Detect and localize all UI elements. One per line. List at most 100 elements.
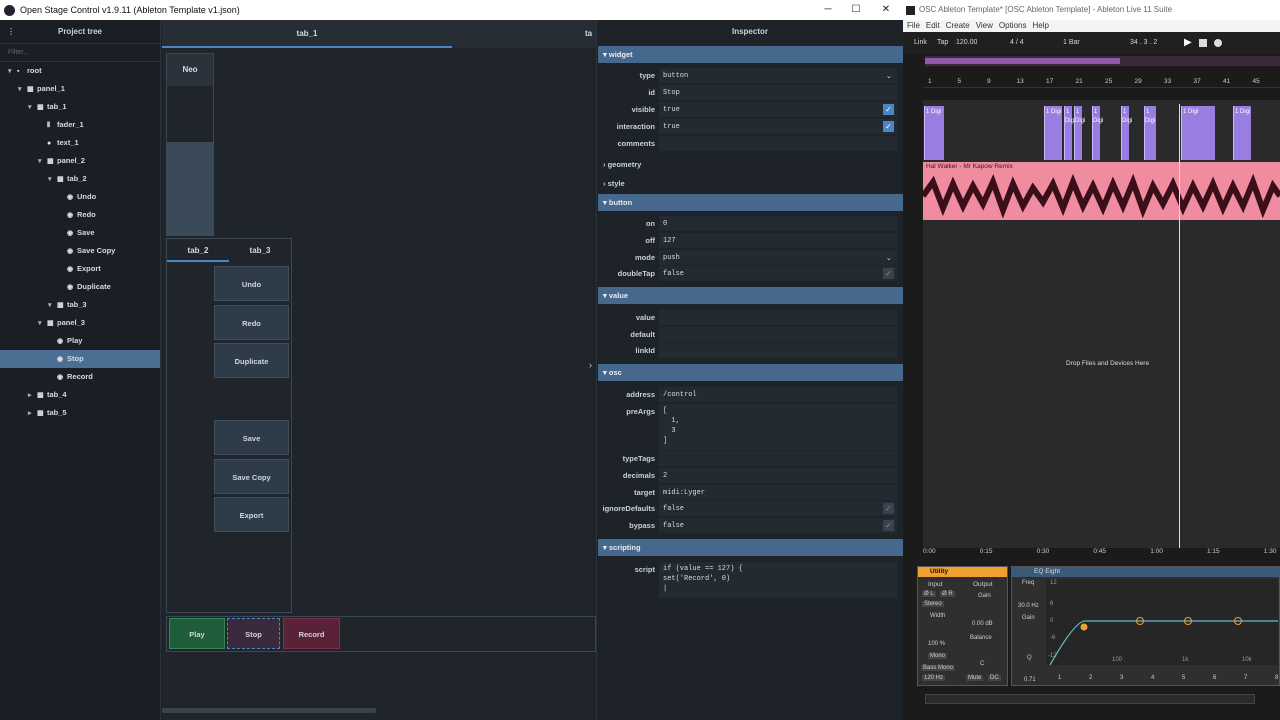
duplicate-button[interactable]: Duplicate	[214, 343, 289, 378]
bottom-scrollbar[interactable]	[925, 694, 1255, 704]
undo-button[interactable]: Undo	[214, 266, 289, 301]
eq-band-8-button[interactable]: 8	[1275, 675, 1278, 681]
value-field[interactable]	[659, 310, 897, 325]
tree-item-tab_3[interactable]: ▾ ▦ tab_3	[0, 296, 160, 314]
linkid-field[interactable]	[659, 343, 897, 358]
midi-clip[interactable]: 1 Digi	[1074, 106, 1085, 160]
eq-display[interactable]	[1046, 579, 1278, 665]
tab-1[interactable]: tab_1	[162, 20, 452, 48]
comments-field[interactable]	[659, 136, 897, 151]
phase-l-button[interactable]: Ø L	[922, 591, 936, 597]
tree-item-panel_1[interactable]: ▾ ▦ panel_1	[0, 80, 160, 98]
minimize-button[interactable]: ─	[813, 0, 843, 20]
tree-item-duplicate[interactable]: ◉ Duplicate	[0, 278, 160, 296]
default-field[interactable]	[659, 327, 897, 342]
record-button[interactable]: Record	[283, 618, 340, 649]
section-scripting[interactable]: ▾ scripting	[598, 539, 903, 556]
horizontal-scrollbar[interactable]	[162, 708, 376, 713]
interaction-field[interactable]: true	[659, 119, 897, 134]
menu-create[interactable]: Create	[946, 21, 970, 30]
tree-item-panel_2[interactable]: ▾ ▦ panel_2	[0, 152, 160, 170]
bass-mono-freq[interactable]: 120 Hz	[922, 675, 946, 681]
tree-item-record[interactable]: ◉ Record	[0, 368, 160, 386]
audio-clip[interactable]: Hal Walker - Mr Kapow Remix	[923, 162, 1280, 220]
eq-band-4-button[interactable]: 4	[1151, 675, 1154, 681]
link-button[interactable]: Link	[914, 32, 927, 54]
menu-options[interactable]: Options	[999, 21, 1027, 30]
redo-button[interactable]: Redo	[214, 305, 289, 340]
ignoredefaults-checkbox[interactable]: ✓	[883, 503, 894, 514]
caret-icon[interactable]: ▾	[28, 99, 37, 117]
menu-view[interactable]: View	[976, 21, 993, 30]
midi-clip[interactable]: 1 Digi	[1092, 106, 1103, 160]
midi-clip[interactable]: 1 Digi	[924, 106, 944, 160]
tree-item-tab_4[interactable]: ▸ ▦ tab_4	[0, 386, 160, 404]
section-value[interactable]: ▾ value	[598, 287, 903, 304]
tree-item-fader_1[interactable]: ⦀ fader_1	[0, 116, 160, 134]
menu-help[interactable]: Help	[1032, 21, 1048, 30]
midi-clip[interactable]: 1 Digi	[1121, 106, 1132, 160]
close-button[interactable]: ✕	[871, 0, 901, 20]
script-editor[interactable]: if (value == 127) {set('Record', 0) |	[659, 562, 897, 598]
doubletap-field[interactable]: false	[659, 266, 897, 281]
tree-item-play[interactable]: ◉ Play	[0, 332, 160, 350]
tab-cut[interactable]: ta	[585, 20, 592, 48]
caret-icon[interactable]: ▾	[38, 315, 47, 333]
tempo-field[interactable]: 120.00	[956, 32, 977, 54]
caret-icon[interactable]: ▾	[48, 171, 57, 189]
caret-icon[interactable]: ▸	[28, 405, 37, 423]
play-icon[interactable]: ▶	[1184, 32, 1192, 54]
chevron-right-icon[interactable]: ›	[589, 360, 592, 370]
bass-mono-button[interactable]: Bass Mono	[921, 665, 956, 671]
eq-band-6-button[interactable]: 6	[1213, 675, 1216, 681]
off-field[interactable]: 127	[659, 233, 897, 248]
menu-dots-icon[interactable]: ⋮	[7, 20, 15, 44]
tree-item-save-copy[interactable]: ◉ Save Copy	[0, 242, 160, 260]
tab-2[interactable]: tab_2	[167, 239, 229, 262]
midi-clip[interactable]: 1 Digi	[1181, 106, 1215, 160]
bypass-field[interactable]: false	[659, 518, 897, 533]
midi-clip[interactable]: 1 Digi	[1144, 106, 1156, 160]
target-field[interactable]: midi:Lyger	[659, 485, 897, 500]
tab-3[interactable]: tab_3	[229, 239, 291, 262]
tree-item-redo[interactable]: ◉ Redo	[0, 206, 160, 224]
eq-band-2-button[interactable]: 2	[1089, 675, 1092, 681]
eq-q-value[interactable]: 0.71	[1024, 677, 1036, 683]
eq-title[interactable]: EQ Eight	[1012, 567, 1280, 577]
caret-icon[interactable]: ▾	[48, 297, 57, 315]
tree-item-stop[interactable]: ◉ Stop	[0, 350, 160, 368]
balance-value[interactable]: C	[980, 661, 984, 667]
menu-file[interactable]: File	[907, 21, 920, 30]
tree-item-undo[interactable]: ◉ Undo	[0, 188, 160, 206]
eq-band-1-button[interactable]: 1	[1058, 675, 1061, 681]
id-field[interactable]: Stop	[659, 85, 897, 100]
tree-filter-input[interactable]: Filter...	[0, 44, 160, 62]
tree-item-save[interactable]: ◉ Save	[0, 224, 160, 242]
eq-band-5-button[interactable]: 5	[1182, 675, 1185, 681]
width-value[interactable]: 100 %	[928, 641, 945, 647]
midi-clip[interactable]: 1 Digi	[1064, 106, 1075, 160]
visible-checkbox[interactable]: ✓	[883, 104, 894, 115]
ignoredefaults-field[interactable]: false	[659, 501, 897, 516]
doubletap-checkbox[interactable]: ✓	[883, 268, 894, 279]
decimals-field[interactable]: 2	[659, 468, 897, 483]
tree-item-tab_2[interactable]: ▾ ▦ tab_2	[0, 170, 160, 188]
interaction-checkbox[interactable]: ✓	[883, 121, 894, 132]
caret-icon[interactable]: ▾	[8, 63, 17, 81]
caret-icon[interactable]: ▾	[18, 81, 27, 99]
section-widget[interactable]: ▾ widget	[598, 46, 903, 63]
eq-band-7-button[interactable]: 7	[1244, 675, 1247, 681]
menu-edit[interactable]: Edit	[926, 21, 940, 30]
save-copy-button[interactable]: Save Copy	[214, 459, 289, 494]
eq-freq-value[interactable]: 30.0 Hz	[1018, 603, 1039, 609]
stop-button[interactable]: Stop	[227, 618, 280, 649]
mono-button[interactable]: Mono	[928, 653, 948, 659]
section-geometry[interactable]: › geometry	[598, 156, 903, 173]
section-osc[interactable]: ▾ osc	[598, 364, 903, 381]
time-signature[interactable]: 4 / 4	[1010, 32, 1024, 54]
phase-r-button[interactable]: Ø R	[940, 591, 955, 597]
tree-item-export[interactable]: ◉ Export	[0, 260, 160, 278]
mute-button[interactable]: Mute	[966, 675, 984, 681]
save-button[interactable]: Save	[214, 420, 289, 455]
song-position[interactable]: 34 . 3 . 2	[1130, 32, 1157, 54]
